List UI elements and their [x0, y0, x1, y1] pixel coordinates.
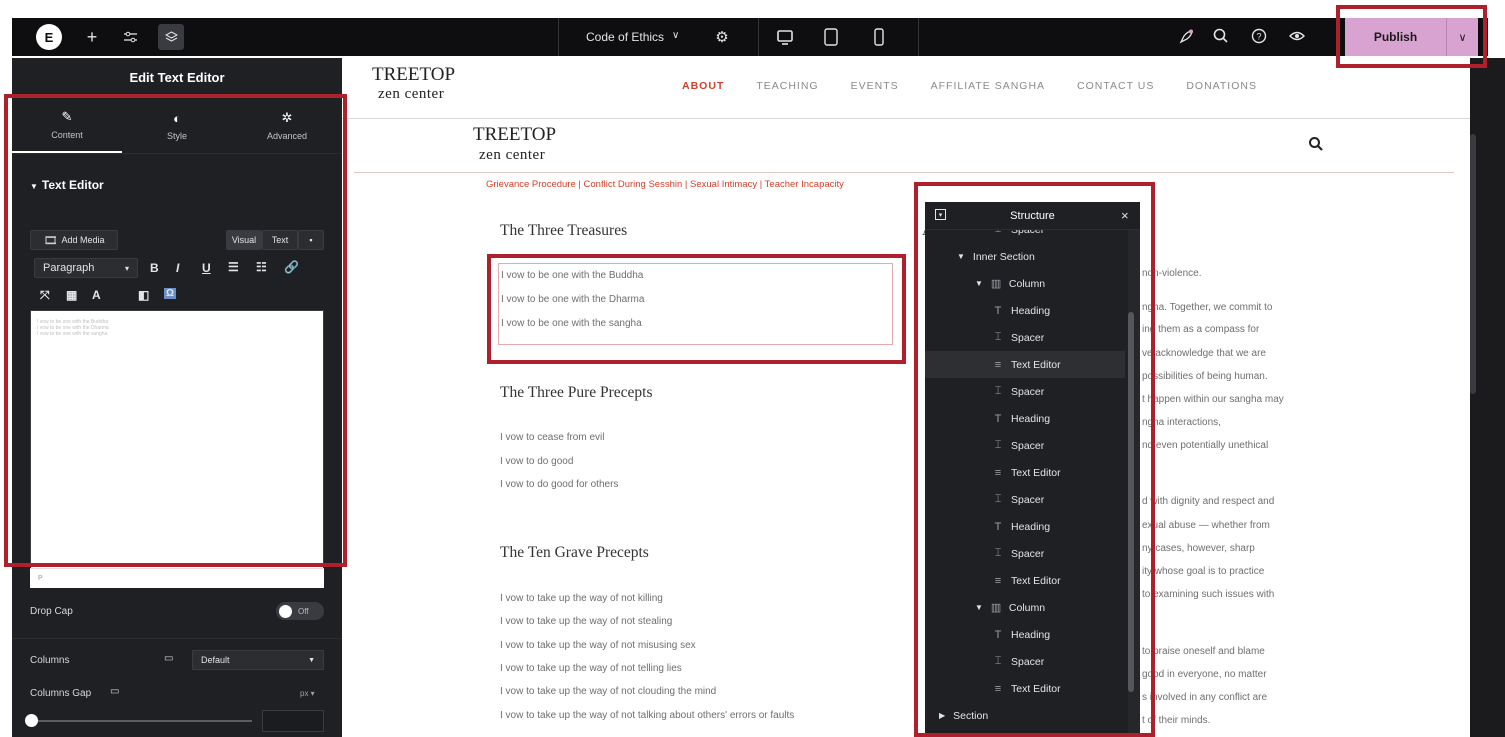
highlight-box-editor	[4, 94, 347, 567]
page-links: Grievance Procedure | Conflict During Se…	[486, 179, 844, 190]
header-divider	[342, 118, 1470, 119]
chevron-down-icon: ∨	[672, 30, 680, 41]
site-logo-top[interactable]: TREETOP	[372, 65, 455, 84]
main-nav: ABOUT TEACHING EVENTS AFFILIATE SANGHA C…	[682, 80, 1257, 92]
toggle-knob	[279, 604, 292, 618]
unit-label: px	[300, 689, 309, 698]
search-icon[interactable]	[1308, 136, 1324, 152]
desktop-icon[interactable]	[774, 26, 796, 48]
nav-events[interactable]: EVENTS	[851, 80, 899, 92]
precept-line: I vow to do good	[500, 456, 574, 467]
eye-icon[interactable]	[1288, 27, 1308, 47]
nav-affiliate-sangha[interactable]: AFFILIATE SANGHA	[931, 80, 1045, 92]
page-name-dropdown[interactable]: Code of Ethics ∨	[586, 30, 679, 44]
plus-icon[interactable]: +	[82, 27, 102, 47]
nav-donations[interactable]: DONATIONS	[1186, 80, 1257, 92]
divider	[12, 638, 342, 639]
pure-precepts-heading[interactable]: The Three Pure Precepts	[500, 384, 653, 402]
precept-line: I vow to take up the way of not killing	[500, 593, 663, 604]
columns-select[interactable]: Default ▼	[192, 650, 324, 670]
precept-line: I vow to do good for others	[500, 479, 619, 490]
three-treasures-heading[interactable]: The Three Treasures	[500, 222, 627, 240]
scrollbar-thumb[interactable]	[1470, 134, 1476, 394]
inner-header-divider	[354, 172, 1454, 173]
layers-icon[interactable]	[158, 24, 184, 50]
caret-down-icon: ▼	[308, 656, 315, 664]
nav-contact-us[interactable]: CONTACT US	[1077, 80, 1154, 92]
highlight-box-structure	[914, 182, 1155, 737]
columns-gap-slider[interactable]	[32, 720, 252, 722]
right-text-line: ing them as a compass for	[1142, 324, 1260, 335]
svg-text:?: ?	[1256, 32, 1261, 42]
editor-status-bar: P	[30, 568, 324, 588]
precept-line: I vow to take up the way of not stealing	[500, 616, 673, 627]
right-text-line: nd even potentially unethical	[1142, 440, 1269, 451]
link-separator: |	[757, 179, 765, 190]
link-separator: |	[682, 179, 691, 190]
right-text-line: t happen within our sangha may	[1142, 394, 1284, 405]
right-text-line: possibilities of being human.	[1142, 371, 1268, 382]
columns-gap-input[interactable]	[262, 710, 324, 732]
right-text-line: ve acknowledge that we are	[1142, 348, 1266, 359]
divider	[558, 18, 559, 56]
precept-line: I vow to take up the way of not misusing…	[500, 640, 696, 651]
site-logo-bottom[interactable]: zen center	[378, 86, 444, 102]
precept-line: I vow to take up the way of not talking …	[500, 710, 795, 721]
link-sexual-intimacy[interactable]: Sexual Intimacy	[690, 179, 757, 190]
right-text-line: s involved in any conflict are	[1142, 692, 1268, 703]
inner-logo-top: TREETOP	[473, 124, 557, 145]
slider-handle[interactable]	[25, 714, 38, 727]
link-conflict-during-sesshin[interactable]: Conflict During Sesshin	[584, 179, 683, 190]
highlight-box-widget	[487, 254, 906, 364]
link-teacher-incapacity[interactable]: Teacher Incapacity	[765, 179, 844, 190]
sliders-icon[interactable]	[120, 27, 140, 47]
columns-gap-label: Columns Gap	[30, 688, 92, 699]
highlight-box-publish	[1336, 5, 1487, 68]
columns-label: Columns	[30, 655, 70, 666]
right-text-line: to examining such issues with	[1142, 589, 1275, 600]
columns-value: Default	[201, 655, 230, 665]
nav-teaching[interactable]: TEACHING	[756, 80, 818, 92]
rocket-icon[interactable]	[1176, 27, 1196, 47]
path-label: P	[38, 575, 43, 582]
gear-icon[interactable]: ⚙	[712, 27, 732, 47]
unit-select[interactable]: px ▾	[300, 689, 315, 698]
desktop-icon: ▭	[110, 686, 120, 697]
inner-logo-bottom: zen center	[479, 147, 546, 163]
right-text-line: exual abuse — whether from	[1142, 520, 1270, 531]
link-grievance-procedure[interactable]: Grievance Procedure	[486, 179, 576, 190]
search-icon[interactable]	[1212, 27, 1232, 47]
right-text-line: ny cases, however, sharp	[1142, 543, 1255, 554]
right-text-line: d with dignity and respect and	[1142, 496, 1275, 507]
drop-cap-toggle[interactable]: Off	[276, 602, 324, 620]
toggle-state: Off	[298, 606, 309, 616]
help-icon[interactable]: ?	[1250, 27, 1270, 47]
preview-canvas: TREETOP zen center ABOUT TEACHING EVENTS…	[342, 58, 1470, 737]
desktop-icon: ▭	[164, 653, 174, 664]
divider	[758, 18, 759, 56]
right-edge-panel	[1470, 58, 1505, 737]
divider	[918, 18, 919, 56]
precept-line: I vow to cease from evil	[500, 432, 605, 443]
precept-line: I vow to take up the way of not telling …	[500, 663, 682, 674]
precept-line: I vow to take up the way of not clouding…	[500, 686, 717, 697]
elementor-logo-icon[interactable]: E	[36, 24, 62, 50]
page-name: Code of Ethics	[586, 30, 665, 44]
right-text-line: good in everyone, no matter	[1142, 669, 1267, 680]
nav-about[interactable]: ABOUT	[682, 80, 724, 92]
mobile-icon[interactable]	[868, 26, 890, 48]
right-text-line: ngha. Together, we commit to	[1142, 302, 1273, 313]
panel-title: Edit Text Editor	[12, 58, 342, 98]
tablet-icon[interactable]	[820, 26, 842, 48]
right-text-line: ity whose goal is to practice	[1142, 566, 1265, 577]
elementor-top-bar: E + Code of Ethics ∨ ⚙ ?	[12, 18, 1488, 56]
link-separator: |	[575, 179, 584, 190]
right-text-line: to praise oneself and blame	[1142, 646, 1265, 657]
grave-precepts-heading[interactable]: The Ten Grave Precepts	[500, 544, 649, 562]
drop-cap-label: Drop Cap	[30, 606, 73, 617]
